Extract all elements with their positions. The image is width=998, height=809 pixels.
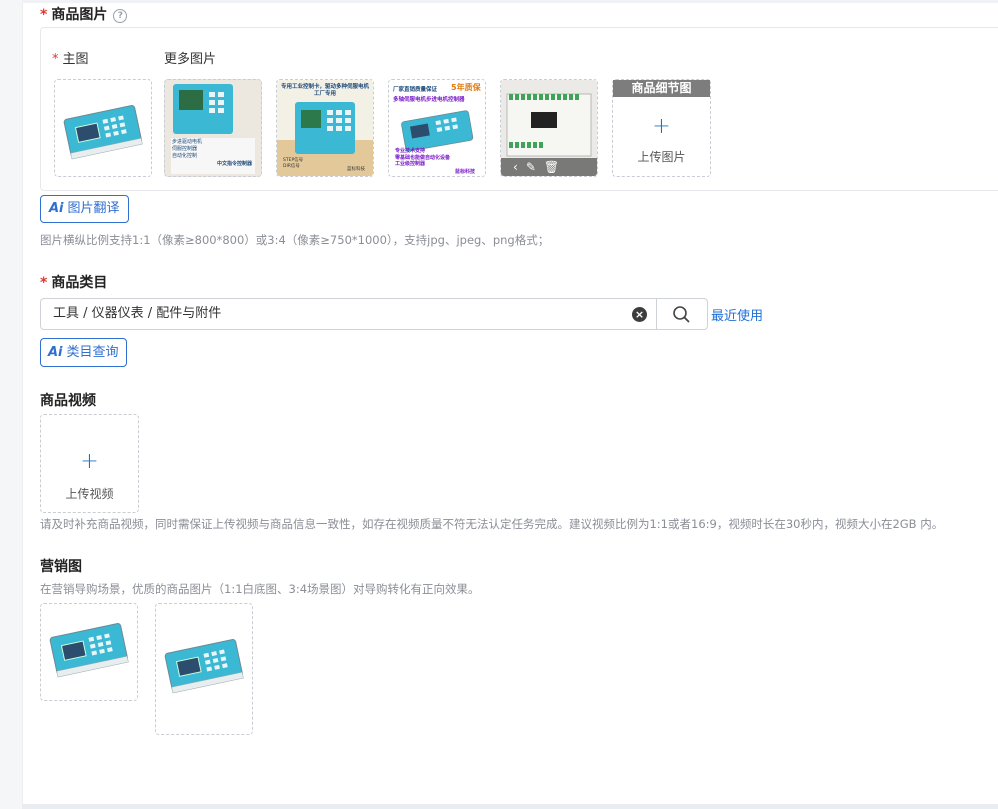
category-section-label: * 商品类目: [40, 275, 108, 291]
delete-icon[interactable]: 🗑: [544, 158, 559, 176]
marketing-hint: 在营销导购场景，优质的商品图片（1:1白底图、3:4场景图）对导购转化有正向效果…: [40, 582, 480, 596]
plus-icon: +: [80, 449, 99, 474]
help-icon[interactable]: ?: [113, 9, 128, 23]
more-image-3-thumb[interactable]: 厂家直销质量保证 5年质保 多轴伺服电机步进电机控制器 专业技术支持 零基础也能…: [388, 79, 486, 177]
main-image-thumb[interactable]: [54, 79, 152, 177]
main-image-label: * 主图: [52, 52, 89, 67]
category-input[interactable]: 工具 / 仪器仪表 / 配件与附件 ×: [40, 298, 708, 330]
left-rail: [0, 0, 23, 809]
bottom-bar: [22, 804, 998, 809]
chevron-left-icon[interactable]: ‹: [513, 158, 518, 176]
upload-video-text: 上传视频: [65, 487, 114, 501]
detail-image-header: 商品细节图: [613, 80, 710, 97]
recent-use-link[interactable]: 最近使用: [711, 305, 763, 324]
search-icon: [673, 306, 690, 323]
images-section-label: * 商品图片?: [40, 4, 128, 24]
controller-device-image: [63, 105, 143, 160]
upload-image-text: 上传图片: [637, 150, 686, 164]
ai-icon: Ai: [48, 344, 63, 360]
image-format-hint: 图片横纵比例支持1:1（像素≥800*800）或3:4（像素≥750*1000）…: [40, 233, 550, 247]
category-value: 工具 / 仪器仪表 / 配件与附件: [53, 306, 222, 321]
video-upload[interactable]: + 上传视频: [40, 414, 139, 513]
marketing-image-portrait[interactable]: [155, 603, 253, 735]
more-image-1-thumb[interactable]: 步进驱动电机 伺服控制器 自动化控制 中文指令控制器: [164, 79, 262, 177]
clear-icon[interactable]: ×: [632, 307, 647, 322]
controller-device-image: [164, 639, 244, 694]
video-hint: 请及时补充商品视频，同时需保证上传视频与商品信息一致性，如存在视频质量不符无法认…: [40, 517, 944, 531]
more-images-label: 更多图片: [164, 52, 217, 67]
more-image-2-thumb[interactable]: 专用工业控制卡，驱动多种伺服电机工厂专用 STEP信号 DIR信号 蓝标科技: [276, 79, 374, 177]
category-search-button[interactable]: [656, 299, 709, 329]
more-image-4-thumb[interactable]: ‹ ✎ 🗑: [500, 79, 598, 177]
ai-image-translate-button[interactable]: Ai 图片翻译: [40, 195, 129, 223]
controller-device-image: [49, 623, 129, 678]
top-edge: [22, 0, 998, 3]
plus-icon: +: [652, 114, 671, 139]
detail-image-upload[interactable]: 商品细节图 + 上传图片: [612, 79, 711, 177]
edit-icon[interactable]: ✎: [526, 158, 536, 176]
marketing-image-square[interactable]: [40, 603, 138, 701]
ai-icon: Ai: [49, 201, 64, 216]
video-section-label: 商品视频: [40, 393, 96, 409]
ai-category-query-button[interactable]: Ai 类目查询: [40, 338, 127, 367]
image-toolbar: ‹ ✎ 🗑: [501, 158, 597, 176]
marketing-section-label: 营销图: [40, 559, 82, 575]
